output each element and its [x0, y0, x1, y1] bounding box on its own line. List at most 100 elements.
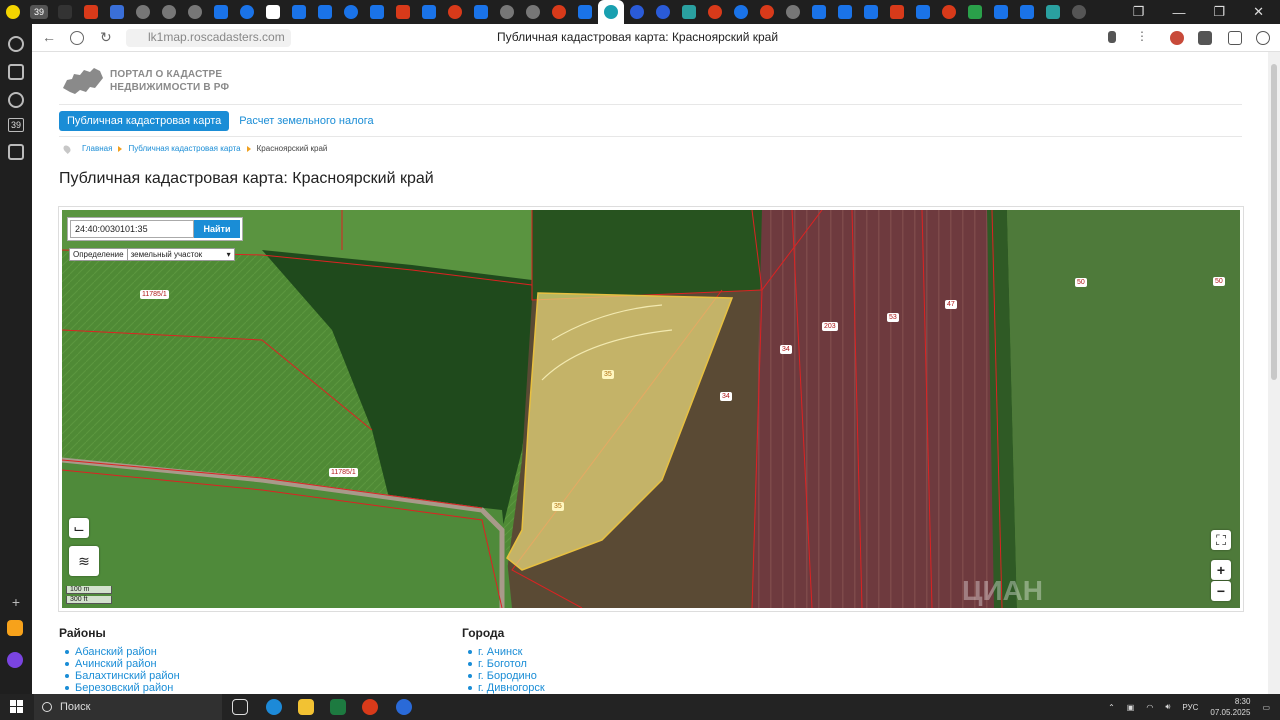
tab-31[interactable]	[858, 0, 884, 24]
tab-20[interactable]	[572, 0, 598, 24]
back-icon[interactable]: ←	[42, 29, 56, 45]
share-icon[interactable]	[1228, 31, 1242, 45]
fullscreen-icon[interactable]: ⛶	[1211, 530, 1231, 550]
tab-12[interactable]	[364, 0, 390, 24]
url-field[interactable]: lk1map.roscadasters.com	[126, 29, 291, 47]
find-button[interactable]: Найти	[194, 220, 240, 238]
tab-35[interactable]	[962, 0, 988, 24]
parcel-label[interactable]: 34	[720, 392, 732, 401]
nav-cadastral-map[interactable]: Публичная кадастровая карта	[59, 111, 230, 131]
tab-8[interactable]	[260, 0, 286, 24]
zoom-out-button[interactable]: −	[1211, 581, 1231, 601]
district-link[interactable]: Ачинский район	[59, 658, 180, 670]
tab-6[interactable]	[208, 0, 234, 24]
tab-5[interactable]	[182, 0, 208, 24]
tab-27[interactable]	[754, 0, 780, 24]
tab-3[interactable]	[130, 0, 156, 24]
district-link[interactable]: Абанский район	[59, 646, 180, 658]
tab-4[interactable]	[156, 0, 182, 24]
more-menu-icon[interactable]: ⋮	[1136, 29, 1150, 43]
tab-23[interactable]	[650, 0, 676, 24]
district-link[interactable]: Балахтинский район	[59, 670, 180, 682]
city-link[interactable]: г. Ачинск	[462, 646, 545, 658]
city-link[interactable]: г. Боготол	[462, 658, 545, 670]
tab-active[interactable]	[598, 0, 624, 24]
tab-14[interactable]	[416, 0, 442, 24]
parcel-label[interactable]: 50	[1213, 277, 1225, 286]
city-link[interactable]: г. Бородино	[462, 670, 545, 682]
history-icon[interactable]	[8, 36, 24, 52]
tab-25[interactable]	[702, 0, 728, 24]
layers-icon[interactable]: ≋	[69, 546, 99, 576]
parcel-label[interactable]: 47	[945, 300, 957, 309]
tab-33[interactable]	[910, 0, 936, 24]
tab-13[interactable]	[390, 0, 416, 24]
tray-apps-icon[interactable]: ▣	[1127, 703, 1135, 712]
tab-16[interactable]	[468, 0, 494, 24]
district-link[interactable]: Березовский район	[59, 682, 180, 694]
zoom-in-button[interactable]: +	[1211, 560, 1231, 580]
collections-icon[interactable]	[8, 64, 24, 80]
tab-counter[interactable]: 39	[26, 0, 52, 24]
tab-10[interactable]	[312, 0, 338, 24]
tab-17[interactable]	[494, 0, 520, 24]
task-view-icon[interactable]	[232, 699, 248, 715]
tab-11[interactable]	[338, 0, 364, 24]
site-logo[interactable]: ПОРТАЛ О КАДАСТРЕ НЕДВИЖИМОСТИ В РФ	[62, 66, 229, 96]
tab-7[interactable]	[234, 0, 260, 24]
tab-30[interactable]	[832, 0, 858, 24]
profile-icon[interactable]	[1256, 31, 1270, 45]
parcel-label[interactable]: 50	[1075, 278, 1087, 287]
tray-arrow-icon[interactable]: ⌃	[1108, 703, 1115, 712]
notifications-icon[interactable]: ▭	[1262, 703, 1270, 712]
parcel-label[interactable]: 203	[822, 322, 838, 331]
video-icon[interactable]	[8, 92, 24, 108]
bookmark-icon[interactable]	[1108, 31, 1116, 43]
breadcrumb-cadastral-map[interactable]: Публичная кадастровая карта	[128, 144, 240, 153]
screenshot-icon[interactable]	[8, 144, 24, 160]
clock[interactable]: 8:30 07.05.2025	[1210, 696, 1250, 718]
tab-9[interactable]	[286, 0, 312, 24]
tab-24[interactable]	[676, 0, 702, 24]
parcel-label-selected[interactable]: 35	[552, 502, 564, 511]
yandex-browser-icon[interactable]	[362, 699, 378, 715]
cadastral-number-input[interactable]: 24:40:0030101:35	[70, 220, 194, 238]
parcel-label[interactable]: 53	[887, 313, 899, 322]
tab-2[interactable]	[104, 0, 130, 24]
tab-22[interactable]	[624, 0, 650, 24]
add-panel-icon[interactable]: +	[8, 594, 24, 610]
tab-1[interactable]	[78, 0, 104, 24]
taskbar-search[interactable]: Поиск	[34, 694, 222, 720]
maximize-icon[interactable]: ❐	[1213, 4, 1225, 20]
tab-26[interactable]	[728, 0, 754, 24]
explorer-icon[interactable]	[298, 699, 314, 715]
tab-18[interactable]	[520, 0, 546, 24]
scrollbar-thumb[interactable]	[1271, 64, 1277, 380]
tab-36[interactable]	[988, 0, 1014, 24]
breadcrumb-home[interactable]: Главная	[82, 144, 112, 153]
nav-land-tax[interactable]: Расчет земельного налога	[229, 111, 383, 131]
parcel-label-selected[interactable]: 35	[602, 370, 614, 379]
language-indicator[interactable]: РУС	[1182, 703, 1198, 712]
measure-ruler-icon[interactable]: ⌙	[69, 518, 89, 538]
edge-icon[interactable]	[266, 699, 282, 715]
mail-app-icon[interactable]	[7, 620, 23, 636]
city-link[interactable]: г. Дивногорск	[462, 682, 545, 694]
excel-icon[interactable]	[330, 699, 346, 715]
alice-assistant-icon[interactable]	[7, 652, 23, 668]
tab-37[interactable]	[1014, 0, 1040, 24]
parcel-label[interactable]: 34	[780, 345, 792, 354]
extension-icon[interactable]	[1170, 31, 1184, 45]
tab-15[interactable]	[442, 0, 468, 24]
tab-34[interactable]	[936, 0, 962, 24]
object-type-select[interactable]: земельный участок ▾	[128, 249, 234, 260]
parcel-label[interactable]: 11785/1	[329, 468, 358, 477]
restore-tabs-icon[interactable]: ❐	[1133, 4, 1145, 20]
tab-19[interactable]	[546, 0, 572, 24]
volume-icon[interactable]: 🔊︎	[1165, 702, 1170, 712]
minimize-icon[interactable]: —	[1172, 5, 1185, 20]
tab-32[interactable]	[884, 0, 910, 24]
add-tab-icon[interactable]	[1066, 0, 1092, 24]
tab-38[interactable]	[1040, 0, 1066, 24]
tabs-count-icon[interactable]: 39	[8, 118, 24, 132]
